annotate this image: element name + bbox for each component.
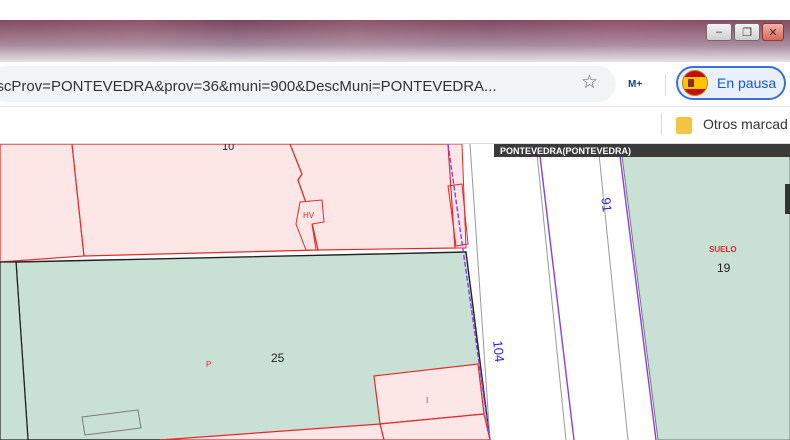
building-code-label: P bbox=[206, 360, 211, 369]
browser-toolbar: escProv=PONTEVEDRA&prov=36&muni=900&Desc… bbox=[0, 62, 790, 107]
suelo-label: SUELO bbox=[709, 245, 737, 254]
building-code-label: I bbox=[426, 396, 428, 405]
star-icon[interactable]: ☆ bbox=[581, 71, 598, 94]
other-bookmarks-folder[interactable]: Otros marcad bbox=[703, 116, 788, 132]
screen-top-margin bbox=[0, 0, 790, 20]
street-number-label: 104 bbox=[490, 340, 507, 363]
toolbar-divider bbox=[665, 74, 666, 96]
address-bar[interactable]: escProv=PONTEVEDRA&prov=36&muni=900&Desc… bbox=[0, 66, 616, 102]
street-number-label: 91 bbox=[598, 197, 614, 213]
bookmarks-bar: Otros marcad bbox=[0, 107, 790, 144]
profile-status-label: En pausa bbox=[717, 75, 777, 91]
profile-button[interactable]: En pausa bbox=[676, 66, 786, 100]
spain-flag-avatar-icon bbox=[682, 70, 708, 96]
window-title-bar bbox=[0, 20, 790, 62]
map-side-panel[interactable] bbox=[785, 184, 790, 214]
bookmarks-divider bbox=[661, 113, 662, 135]
building-code-label: HV bbox=[303, 211, 315, 220]
map-canvas[interactable]: PONTEVEDRA(PONTEVEDRA) 10 HV 25 P I SUEL… bbox=[0, 144, 790, 440]
parcel-10[interactable] bbox=[71, 144, 319, 257]
parcel-top-right[interactable] bbox=[289, 144, 456, 251]
extension-icon[interactable]: M+ bbox=[628, 79, 642, 90]
close-button[interactable]: ✕ bbox=[762, 23, 784, 41]
parcel-number-label: 10 bbox=[222, 144, 234, 153]
minimize-button[interactable]: – bbox=[706, 23, 732, 41]
maximize-button[interactable]: ❐ bbox=[734, 23, 760, 41]
parcel-number-label: 25 bbox=[271, 351, 285, 365]
parcel-number-label: 19 bbox=[717, 261, 731, 275]
cadastral-map[interactable]: PONTEVEDRA(PONTEVEDRA) 10 HV 25 P I SUEL… bbox=[0, 144, 790, 440]
map-header-label: PONTEVEDRA(PONTEVEDRA) bbox=[500, 146, 631, 156]
parcel-top-left[interactable] bbox=[0, 144, 85, 263]
window-controls: – ❐ ✕ bbox=[706, 23, 784, 41]
address-bar-text[interactable]: escProv=PONTEVEDRA&prov=36&muni=900&Desc… bbox=[0, 78, 558, 95]
folder-icon bbox=[676, 117, 692, 134]
